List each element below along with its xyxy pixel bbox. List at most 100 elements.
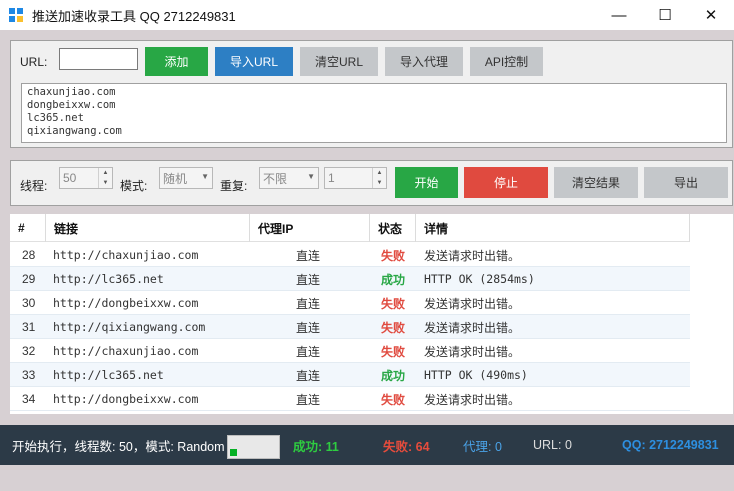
url-label: URL: <box>20 55 48 69</box>
app-icon <box>9 8 23 22</box>
start-button[interactable]: 开始 <box>395 167 458 198</box>
import-proxy-button[interactable]: 导入代理 <box>385 47 463 76</box>
row-proxy: 直连 <box>296 320 321 335</box>
spin-down-icon[interactable]: ▼ <box>373 178 386 188</box>
repeat-select[interactable]: 不限 ▼ <box>259 167 319 189</box>
column-header-detail[interactable]: 详情 <box>416 214 690 242</box>
url-list-item: chaxunjiao.com <box>27 86 116 98</box>
repeat-value: 不限 <box>263 171 288 186</box>
url-list-item: lc365.net <box>27 112 84 124</box>
chevron-down-icon: ▼ <box>201 172 209 181</box>
row-index: 28 <box>22 248 36 262</box>
threads-value: 50 <box>63 171 77 185</box>
stop-button[interactable]: 停止 <box>464 167 548 198</box>
threads-label: 线程: <box>20 179 48 193</box>
mode-label: 模式: <box>120 179 148 193</box>
url-list-item: dongbeixxw.com <box>27 99 116 111</box>
minimize-button[interactable]: — <box>596 0 642 30</box>
table-row[interactable]: 33 http://lc365.net 直连 成功 HTTP OK (490ms… <box>10 363 690 387</box>
success-count: 成功: 11 <box>293 439 339 454</box>
clear-url-button[interactable]: 清空URL <box>300 47 378 76</box>
spin-up-icon[interactable]: ▲ <box>373 168 386 178</box>
maximize-button[interactable]: ☐ <box>642 0 688 30</box>
row-link: http://lc365.net <box>53 272 164 286</box>
progress-bar <box>227 435 280 459</box>
status-bar: 开始执行，线程数: 50，模式: Random 成功: 11 失败: 64 代理… <box>0 425 734 465</box>
api-control-button[interactable]: API控制 <box>470 47 543 76</box>
mode-value: 随机 <box>163 171 188 186</box>
row-proxy: 直连 <box>296 368 321 383</box>
row-link: http://chaxunjiao.com <box>53 344 199 358</box>
row-index: 31 <box>22 320 36 334</box>
row-link: http://qixiangwang.com <box>53 320 206 334</box>
column-header-index[interactable]: # <box>10 214 46 242</box>
row-proxy: 直连 <box>296 392 321 407</box>
row-detail: 发送请求时出错。 <box>424 320 521 335</box>
table-row[interactable]: 29 http://lc365.net 直连 成功 HTTP OK (2854m… <box>10 267 690 291</box>
spin-up-icon[interactable]: ▲ <box>99 168 112 178</box>
repeat-count-value: 1 <box>328 171 335 185</box>
close-button[interactable]: ✕ <box>688 0 734 30</box>
row-index: 30 <box>22 296 36 310</box>
table-row[interactable]: 28 http://chaxunjiao.com 直连 失败 发送请求时出错。 <box>10 243 690 267</box>
url-input[interactable] <box>59 48 138 70</box>
control-panel: 线程: 50 ▲ ▼ 模式: 随机 ▼ 重复: 不限 ▼ 1 ▲ ▼ 开始 停止 清… <box>10 160 733 206</box>
results-table[interactable]: # 链接 代理IP 状态 详情 28 http://chaxunjiao.com… <box>10 214 733 414</box>
row-proxy: 直连 <box>296 296 321 311</box>
row-index: 29 <box>22 272 36 286</box>
mode-select[interactable]: 随机 ▼ <box>159 167 213 189</box>
row-detail: 发送请求时出错。 <box>424 248 521 263</box>
row-status: 失败 <box>381 296 406 311</box>
column-header-proxy[interactable]: 代理IP <box>250 214 370 242</box>
add-button[interactable]: 添加 <box>145 47 208 76</box>
table-row[interactable]: 30 http://dongbeixxw.com 直连 失败 发送请求时出错。 <box>10 291 690 315</box>
repeat-count-stepper[interactable]: 1 ▲ ▼ <box>324 167 387 189</box>
row-status: 失败 <box>381 248 406 263</box>
repeat-label: 重复: <box>220 179 248 193</box>
column-header-link[interactable]: 链接 <box>46 214 250 242</box>
row-detail: HTTP OK (490ms) <box>424 368 528 382</box>
row-proxy: 直连 <box>296 248 321 263</box>
row-proxy: 直连 <box>296 272 321 287</box>
status-message: 开始执行，线程数: 50，模式: Random <box>12 439 225 454</box>
url-count: URL: 0 <box>533 438 572 452</box>
row-index: 33 <box>22 368 36 382</box>
title-bar: 推送加速收录工具 QQ 2712249831 — ☐ ✕ <box>0 0 734 30</box>
spin-down-icon[interactable]: ▼ <box>99 178 112 188</box>
row-detail: 发送请求时出错。 <box>424 344 521 359</box>
row-status: 失败 <box>381 320 406 335</box>
window-title: 推送加速收录工具 QQ 2712249831 <box>32 8 236 24</box>
row-index: 32 <box>22 344 36 358</box>
table-row[interactable]: 34 http://dongbeixxw.com 直连 失败 发送请求时出错。 <box>10 387 690 411</box>
clear-results-button[interactable]: 清空结果 <box>554 167 638 198</box>
chevron-down-icon: ▼ <box>307 172 315 181</box>
row-link: http://lc365.net <box>53 368 164 382</box>
url-list-item: qixiangwang.com <box>27 125 122 137</box>
threads-stepper[interactable]: 50 ▲ ▼ <box>59 167 113 189</box>
progress-fill <box>230 449 237 456</box>
url-panel: URL: 添加 导入URL 清空URL 导入代理 API控制 chaxunjia… <box>10 40 733 148</box>
column-header-status[interactable]: 状态 <box>370 214 416 242</box>
proxy-count: 代理: 0 <box>463 439 502 454</box>
url-list[interactable]: chaxunjiao.com dongbeixxw.com lc365.net … <box>21 83 727 143</box>
row-status: 成功 <box>381 272 406 287</box>
row-link: http://dongbeixxw.com <box>53 296 199 310</box>
row-status: 失败 <box>381 344 406 359</box>
table-header: # 链接 代理IP 状态 详情 <box>10 214 690 242</box>
import-url-button[interactable]: 导入URL <box>215 47 293 76</box>
row-detail: 发送请求时出错。 <box>424 296 521 311</box>
row-link: http://dongbeixxw.com <box>53 392 199 406</box>
window-bottom <box>0 465 734 491</box>
row-index: 34 <box>22 392 36 406</box>
fail-count: 失败: 64 <box>383 439 430 454</box>
table-row[interactable]: 32 http://chaxunjiao.com 直连 失败 发送请求时出错。 <box>10 339 690 363</box>
row-status: 成功 <box>381 368 406 383</box>
row-detail: HTTP OK (2854ms) <box>424 272 535 286</box>
export-button[interactable]: 导出 <box>644 167 728 198</box>
row-detail: 发送请求时出错。 <box>424 392 521 407</box>
qq-contact: QQ: 2712249831 <box>622 438 719 452</box>
row-proxy: 直连 <box>296 344 321 359</box>
table-row[interactable]: 31 http://qixiangwang.com 直连 失败 发送请求时出错。 <box>10 315 690 339</box>
row-status: 失败 <box>381 392 406 407</box>
row-link: http://chaxunjiao.com <box>53 248 199 262</box>
